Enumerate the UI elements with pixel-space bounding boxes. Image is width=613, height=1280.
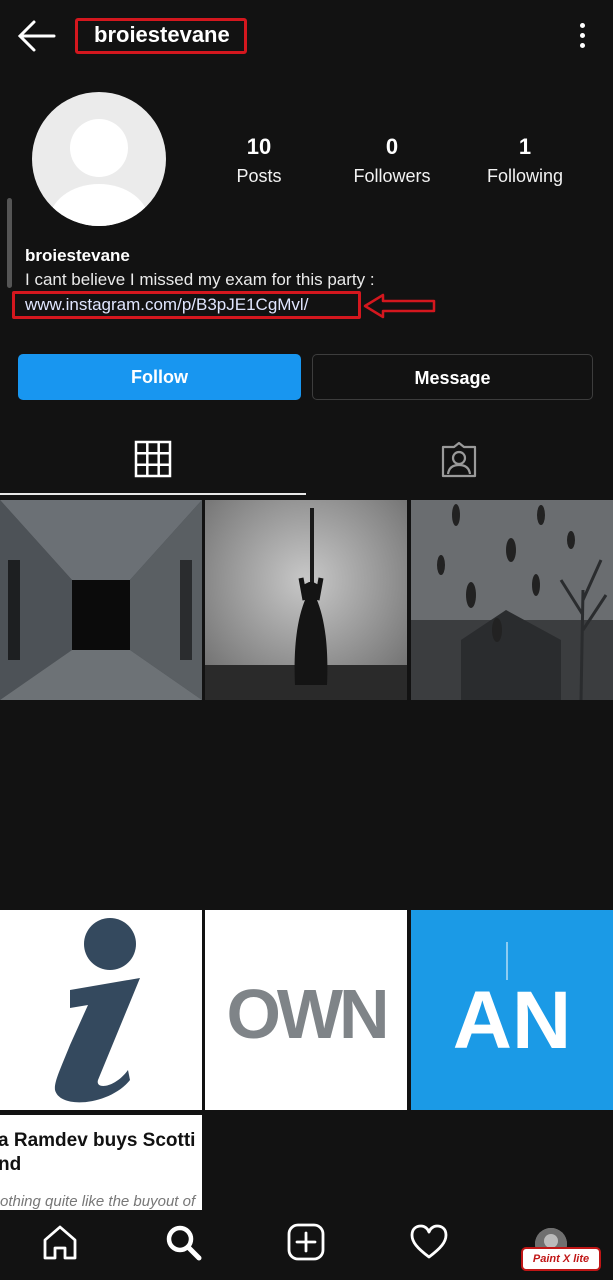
profile-avatar[interactable] — [32, 92, 166, 226]
following-count: 1 — [518, 134, 532, 159]
post-thumbnail[interactable]: AN — [411, 910, 613, 1110]
message-button[interactable]: Message — [312, 354, 593, 400]
scroll-indicator[interactable] — [7, 198, 12, 288]
posts-count: 10 — [246, 134, 272, 159]
add-icon[interactable] — [286, 1222, 326, 1262]
bio-text: I cant believe I missed my exam for this… — [25, 270, 375, 289]
home-icon[interactable] — [40, 1222, 80, 1262]
top-bar: broiestevane — [0, 0, 613, 72]
bio-name: broiestevane — [25, 246, 130, 265]
tagged-icon[interactable] — [440, 441, 478, 479]
post-thumbnail[interactable] — [205, 500, 407, 700]
followers-stat[interactable]: 0 Followers — [332, 134, 452, 187]
an-logo-text: AN — [453, 975, 571, 1066]
bio-link[interactable]: www.instagram.com/p/B3pJE1CgMvl/ — [25, 295, 308, 315]
search-icon[interactable] — [163, 1222, 203, 1262]
post-thumbnail[interactable] — [0, 910, 202, 1110]
more-vertical-icon[interactable] — [575, 20, 591, 52]
follow-button[interactable]: Follow — [18, 354, 301, 400]
news-subtitle: othing quite like the buyout of — [0, 1193, 196, 1210]
own-logo-text: OWN — [226, 975, 385, 1053]
watermark-badge: Paint X lite — [521, 1247, 601, 1271]
post-thumbnail[interactable]: OWN — [205, 910, 407, 1110]
profile-username: broiestevane — [94, 22, 230, 47]
followers-label: Followers — [353, 166, 431, 186]
following-stat[interactable]: 1 Following — [465, 134, 585, 187]
post-thumbnail[interactable] — [0, 500, 202, 700]
active-tab-indicator — [0, 493, 306, 495]
news-title-line-2: nd — [0, 1154, 22, 1175]
annotation-arrow-icon — [363, 293, 436, 319]
news-title-line-1: a Ramdev buys Scotti — [0, 1130, 196, 1151]
back-arrow-icon[interactable] — [16, 18, 56, 54]
heart-icon[interactable] — [409, 1222, 449, 1262]
followers-count: 0 — [385, 134, 399, 159]
post-thumbnail[interactable] — [411, 500, 613, 700]
news-title: a Ramdev buys Scotti nd — [0, 1129, 202, 1177]
posts-stat[interactable]: 10 Posts — [199, 134, 319, 187]
following-label: Following — [486, 166, 564, 186]
posts-label: Posts — [236, 166, 282, 186]
grid-icon[interactable] — [134, 440, 172, 478]
post-thumbnail[interactable]: a Ramdev buys Scotti nd othing quite lik… — [0, 1115, 202, 1210]
